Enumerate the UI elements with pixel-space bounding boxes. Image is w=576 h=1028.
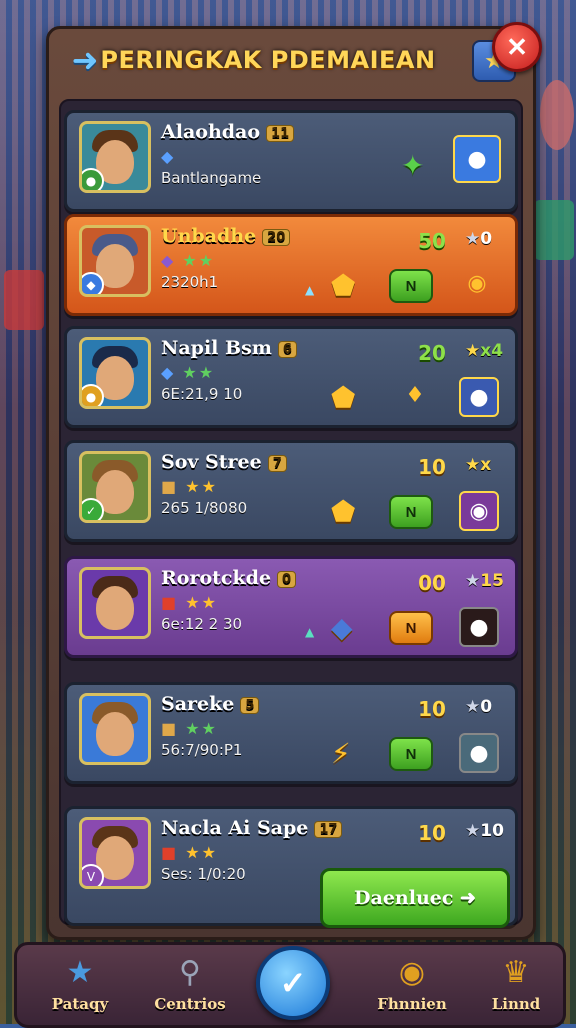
gem-icon: ◆ [161, 147, 176, 166]
player-score: 10 [418, 697, 446, 721]
star-count: ★0 [465, 697, 493, 717]
player-subtitle: 265 1/8080 [161, 499, 248, 517]
drop-icon: ▲ [305, 283, 315, 297]
star-count: ★15 [465, 571, 504, 591]
leaderboard-row[interactable]: ✓ Sov Stree 7 ■ ★★ 265 1/8080 10 ★x ⬟ N ◉ [64, 440, 518, 542]
player-icons: ◆ ★★ [161, 363, 216, 382]
potion-icon[interactable]: ◉ [459, 491, 499, 531]
shield-icon: ⬟ [331, 269, 356, 302]
nav-item-centrios[interactable]: ⚲ Centrios [135, 945, 245, 1025]
player-avatar [79, 693, 151, 765]
player-score: 50 [418, 229, 446, 253]
leaderboard-row[interactable]: Rorotckde 0 ■ ★★ 6e:12 2 30 00 ★15 ▲ ◆ N … [64, 556, 518, 658]
continue-button[interactable]: Daenluec ➜ [320, 868, 510, 928]
player-icons: ◆ [161, 147, 175, 166]
shield-icon: ⬟ [331, 381, 356, 414]
player-subtitle: Ses: 1/0:20 [161, 865, 246, 883]
player-icons: ■ ★★ [161, 477, 218, 496]
player-name: Alaohdao 11 [161, 121, 295, 143]
player-name: Unbadhe 20 [161, 225, 291, 247]
page-title: PERINGKAK PDEMAIEAN [100, 46, 436, 74]
star-count: ★0 [465, 229, 493, 249]
player-avatar-small[interactable]: ● [459, 377, 499, 417]
player-name: Nacla Ai Sape 17 [161, 817, 343, 839]
player-avatar-small[interactable]: ● [459, 733, 499, 773]
level-badge: 6 [277, 340, 297, 358]
level-badge: 20 [262, 228, 291, 246]
player-name: Sov Stree 7 [161, 451, 287, 473]
nav-item-pataqy[interactable]: ★ Pataqy [25, 945, 135, 1025]
leaderboard-row[interactable]: ● Alaohdao 11 ◆ Bantlangame ✦ ● [64, 110, 518, 212]
banner-decoration [4, 270, 44, 330]
nav-item-fhnnien[interactable]: ◉ Fhnnien [357, 945, 467, 1025]
check-icon: ✓ [82, 498, 104, 520]
rank-badge-icon: ◆ [82, 272, 104, 294]
drop-icon: ▲ [305, 625, 315, 639]
player-score: 00 [418, 571, 446, 595]
close-icon[interactable]: ✕ [492, 22, 542, 72]
level-badge: 0 [277, 570, 297, 588]
rank-badge-icon: ● [82, 168, 104, 190]
status-pill[interactable]: N [389, 495, 433, 529]
player-icons: ■ ★★ [161, 593, 218, 612]
player-avatar-small[interactable]: ● [459, 607, 499, 647]
coin-icon: ● [82, 384, 104, 406]
player-score: 20 [418, 341, 446, 365]
player-avatar: ✓ [79, 451, 151, 523]
player-avatar: ● [79, 121, 151, 193]
leaderboard-row[interactable]: Sareke 5 ■ ★★ 56:7/90:P1 10 ★0 ⚡ N ● [64, 682, 518, 784]
star-count: ★10 [465, 821, 504, 841]
level-badge: 17 [314, 820, 343, 838]
status-pill[interactable]: N [389, 269, 433, 303]
shield-icon: ⬟ [331, 495, 356, 528]
player-icons: ◆ ★★ [161, 251, 216, 270]
player-subtitle: 6E:21,9 10 [161, 385, 243, 403]
level-badge: 7 [267, 454, 287, 472]
crown-icon: ♛ [502, 955, 530, 990]
rank-badge-icon: V [82, 864, 104, 886]
level-badge: 11 [266, 124, 295, 142]
player-name: Sareke 5 [161, 693, 260, 715]
player-score: 10 [418, 821, 446, 845]
fish-icon: ◆ [331, 611, 353, 644]
shield-icon: ✦ [401, 149, 425, 182]
player-subtitle: Bantlangame [161, 169, 262, 187]
player-icons: ■ ★★ [161, 719, 218, 738]
player-score: 10 [418, 455, 446, 479]
star-count: ★x4 [465, 341, 504, 361]
donut-icon: ◉ [398, 955, 426, 990]
star-count: ★x [465, 455, 492, 475]
scroll-icon[interactable]: ♦ [397, 377, 433, 413]
player-icons: ■ ★★ [161, 843, 218, 862]
level-badge: 5 [240, 696, 260, 714]
check-icon[interactable]: ✓ [256, 946, 330, 1020]
player-avatar [79, 567, 151, 639]
magnifier-icon: ⚲ [179, 955, 201, 990]
status-pill[interactable]: N [389, 737, 433, 771]
star-badge-icon: ★ [66, 955, 94, 990]
player-avatar: ● [79, 337, 151, 409]
banner-decoration [534, 200, 574, 260]
nav-item-linnd[interactable]: ♛ Linnd [461, 945, 571, 1025]
player-name: Napil Bsm 6 [161, 337, 297, 359]
player-name: Rorotckde 0 [161, 567, 297, 589]
player-subtitle: 56:7/90:P1 [161, 741, 243, 759]
banner-decoration [540, 80, 574, 150]
player-avatar: ◆ [79, 225, 151, 297]
status-pill[interactable]: N [389, 611, 433, 645]
reward-icon[interactable]: ◉ [459, 265, 495, 301]
leaderboard-row[interactable]: ◆ Unbadhe 20 ◆ ★★ 2320h1 50 ★0 ▲ ⬟ N ◉ [64, 214, 518, 316]
lightning-icon: ⚡ [331, 737, 351, 770]
leaderboard-row[interactable]: ● Napil Bsm 6 ◆ ★★ 6E:21,9 10 20 ★x4 ⬟ ♦ … [64, 326, 518, 428]
player-avatar-small[interactable]: ● [453, 135, 501, 183]
player-avatar: V [79, 817, 151, 889]
player-subtitle: 6e:12 2 30 [161, 615, 243, 633]
player-subtitle: 2320h1 [161, 273, 219, 291]
